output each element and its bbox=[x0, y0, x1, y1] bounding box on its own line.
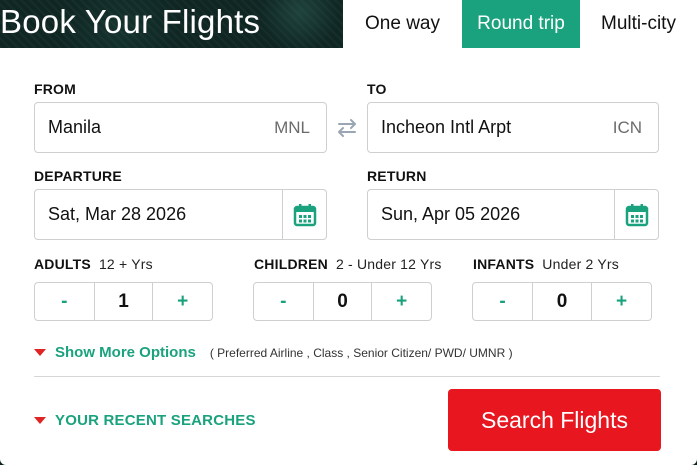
caret-down-icon bbox=[34, 349, 46, 356]
infants-minus-button[interactable]: - bbox=[473, 283, 532, 320]
calendar-icon bbox=[293, 203, 316, 226]
infants-age-range: Under 2 Yrs bbox=[542, 256, 619, 272]
children-count[interactable]: 0 bbox=[312, 283, 373, 320]
infants-label-text: INFANTS bbox=[473, 256, 535, 272]
from-code: MNL bbox=[274, 117, 310, 137]
from-label: FROM bbox=[34, 81, 77, 97]
children-minus-button[interactable]: - bbox=[254, 283, 313, 320]
infants-stepper: - 0 + bbox=[472, 282, 652, 321]
from-field[interactable]: Manila MNL bbox=[34, 102, 327, 153]
adults-minus-button[interactable]: - bbox=[35, 283, 94, 320]
calendar-icon bbox=[625, 203, 648, 226]
booking-form: FROM TO Manila MNL Incheon Intl Arpt ICN… bbox=[0, 48, 697, 465]
adults-count[interactable]: 1 bbox=[93, 283, 154, 320]
to-code: ICN bbox=[612, 117, 642, 137]
departure-date: Sat, Mar 28 2026 bbox=[48, 204, 187, 224]
departure-field[interactable]: Sat, Mar 28 2026 bbox=[34, 189, 327, 240]
caret-down-icon bbox=[34, 417, 46, 424]
children-stepper: - 0 + bbox=[253, 282, 432, 321]
adults-label: ADULTS 12 + Yrs bbox=[34, 256, 153, 272]
return-date: Sun, Apr 05 2026 bbox=[381, 204, 521, 224]
from-city: Manila bbox=[48, 117, 102, 137]
return-label: RETURN bbox=[367, 168, 427, 184]
children-plus-button[interactable]: + bbox=[372, 283, 431, 320]
children-label-text: CHILDREN bbox=[254, 256, 328, 272]
show-more-options-link[interactable]: Show More Options bbox=[55, 344, 196, 361]
swap-icon[interactable] bbox=[333, 117, 361, 139]
children-age-range: 2 - Under 12 Yrs bbox=[335, 256, 442, 272]
page-title: Book Your Flights bbox=[0, 3, 261, 40]
trip-type-tabs: One way Round trip Multi-city bbox=[343, 0, 697, 48]
more-options-hint: ( Preferred Airline , Class , Senior Cit… bbox=[209, 345, 513, 360]
return-calendar-button[interactable] bbox=[614, 190, 658, 239]
adults-stepper: - 1 + bbox=[34, 282, 213, 321]
recent-searches-link[interactable]: YOUR RECENT SEARCHES bbox=[55, 412, 256, 429]
adults-age-range: 12 + Yrs bbox=[98, 256, 153, 272]
show-more-options[interactable]: Show More Options ( Preferred Airline , … bbox=[34, 344, 513, 361]
divider bbox=[34, 376, 660, 377]
infants-plus-button[interactable]: + bbox=[592, 283, 651, 320]
children-label: CHILDREN 2 - Under 12 Yrs bbox=[254, 256, 442, 272]
return-field[interactable]: Sun, Apr 05 2026 bbox=[367, 189, 659, 240]
tab-one-way[interactable]: One way bbox=[343, 0, 462, 48]
infants-count[interactable]: 0 bbox=[532, 283, 592, 320]
departure-label: DEPARTURE bbox=[34, 168, 122, 184]
adults-plus-button[interactable]: + bbox=[153, 283, 212, 320]
to-label: TO bbox=[367, 81, 387, 97]
to-city: Incheon Intl Arpt bbox=[381, 117, 512, 137]
search-flights-button[interactable]: Search Flights bbox=[448, 389, 661, 451]
tab-round-trip[interactable]: Round trip bbox=[462, 0, 580, 48]
recent-searches-toggle[interactable]: YOUR RECENT SEARCHES bbox=[34, 412, 256, 429]
tab-multi-city[interactable]: Multi-city bbox=[580, 0, 697, 48]
infants-label: INFANTS Under 2 Yrs bbox=[473, 256, 619, 272]
departure-calendar-button[interactable] bbox=[282, 190, 326, 239]
adults-label-text: ADULTS bbox=[34, 256, 91, 272]
to-field[interactable]: Incheon Intl Arpt ICN bbox=[367, 102, 659, 153]
